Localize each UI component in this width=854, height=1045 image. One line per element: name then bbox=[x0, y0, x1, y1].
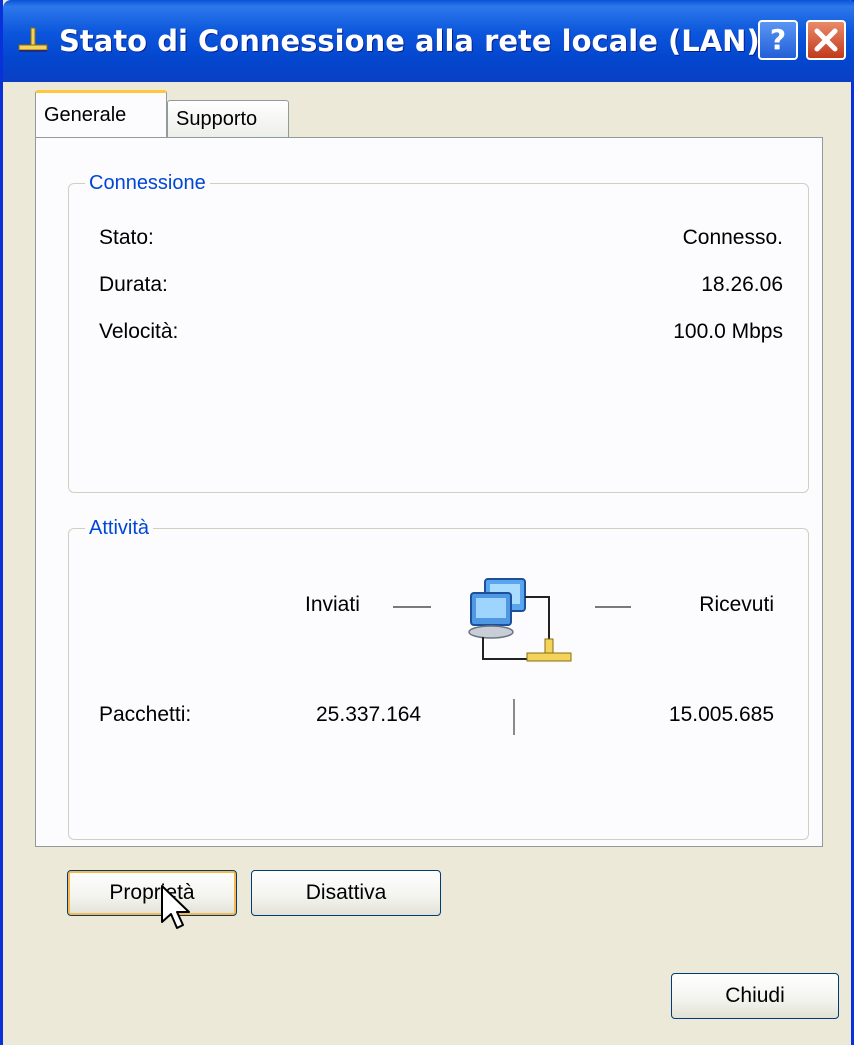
properties-button[interactable]: Proprietà bbox=[67, 870, 237, 916]
duration-label: Durata: bbox=[99, 273, 168, 296]
window-title: Stato di Connessione alla rete locale (L… bbox=[59, 24, 760, 58]
tab-generale[interactable]: Generale bbox=[35, 90, 167, 137]
status-value: Connesso. bbox=[682, 226, 783, 249]
tab-panel-generale: Connessione Stato: Connesso. Durata: 18.… bbox=[35, 137, 823, 847]
duration-value: 18.26.06 bbox=[701, 273, 783, 296]
title-bar[interactable]: Stato di Connessione alla rete locale (L… bbox=[3, 0, 854, 82]
close-window-button[interactable] bbox=[806, 20, 846, 60]
activity-group-label: Attività bbox=[85, 516, 154, 540]
network-computers-icon bbox=[468, 578, 572, 662]
packets-received-value: 15.005.685 bbox=[668, 703, 774, 726]
packets-divider bbox=[513, 699, 515, 735]
network-connection-icon bbox=[18, 27, 48, 52]
help-button[interactable]: ? bbox=[758, 20, 798, 60]
connection-group: Connessione Stato: Connesso. Durata: 18.… bbox=[68, 171, 809, 493]
mouse-pointer-icon bbox=[161, 885, 190, 929]
disable-button[interactable]: Disattiva bbox=[251, 870, 441, 916]
sent-line bbox=[393, 606, 431, 608]
sent-label: Inviati bbox=[305, 593, 360, 616]
dialog-window: Stato di Connessione alla rete locale (L… bbox=[0, 0, 854, 1045]
speed-value: 100.0 Mbps bbox=[673, 320, 783, 343]
activity-group: Attività Inviati Ricevuti Pacchetti: 25.… bbox=[68, 516, 809, 840]
close-button[interactable]: Chiudi bbox=[671, 973, 839, 1019]
connection-group-label: Connessione bbox=[85, 171, 210, 195]
received-label: Ricevuti bbox=[699, 593, 774, 616]
packets-label: Pacchetti: bbox=[99, 703, 192, 726]
received-line bbox=[595, 606, 631, 608]
speed-label: Velocità: bbox=[99, 320, 179, 343]
tab-supporto[interactable]: Supporto bbox=[167, 100, 289, 138]
packets-sent-value: 25.337.164 bbox=[316, 703, 422, 726]
close-icon bbox=[814, 28, 838, 52]
status-label: Stato: bbox=[99, 226, 154, 249]
